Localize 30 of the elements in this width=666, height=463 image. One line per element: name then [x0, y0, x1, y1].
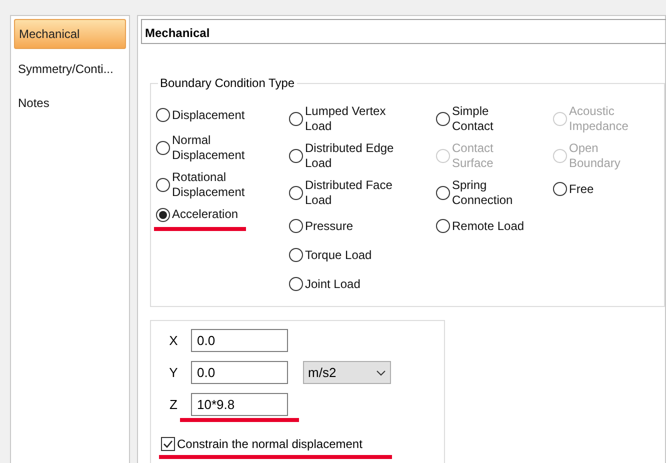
- radio-label: Displacement: [172, 108, 245, 122]
- radio-label: Remote Load: [452, 218, 524, 234]
- radio-label: Distributed Edge Load: [305, 141, 394, 171]
- radio-label: Rotational Displacement: [172, 170, 245, 200]
- input-field[interactable]: 10*9.8: [191, 393, 288, 416]
- sidebar-item[interactable]: Notes: [14, 89, 126, 117]
- sidebar-item[interactable]: Symmetry/Conti...: [14, 55, 126, 83]
- radio-label: Distributed Face Load: [305, 178, 392, 208]
- group-title: Boundary Condition Type: [158, 75, 297, 91]
- radio-label: Acoustic Impedance: [569, 104, 628, 134]
- input-field[interactable]: 0.0: [191, 329, 288, 352]
- radio-label: Contact Surface: [452, 141, 494, 171]
- radio-label: Torque Load: [305, 248, 372, 262]
- field-label: X: [168, 332, 179, 350]
- radio-label: Open Boundary: [569, 141, 620, 171]
- input-field[interactable]: 0.0: [191, 361, 288, 384]
- panel-title: Mechanical: [141, 19, 666, 44]
- radio-label: Pressure: [305, 218, 354, 234]
- radio-label: Simple Contact: [452, 104, 494, 134]
- radio-label: Acceleration: [172, 207, 238, 222]
- field-label: Z: [168, 396, 178, 414]
- radio-label: Lumped Vertex Load: [305, 104, 386, 134]
- checkbox-label: Constrain the normal displacement: [177, 436, 362, 453]
- unit-dropdown[interactable]: m/s2: [303, 361, 391, 384]
- sidebar-item[interactable]: Mechanical: [14, 19, 126, 49]
- radio-label: Normal Displacement: [172, 133, 245, 163]
- field-label: Y: [168, 364, 179, 382]
- radio-label: Free: [569, 182, 594, 196]
- radio-label: Joint Load: [305, 276, 360, 292]
- radio-label: Spring Connection: [452, 178, 513, 208]
